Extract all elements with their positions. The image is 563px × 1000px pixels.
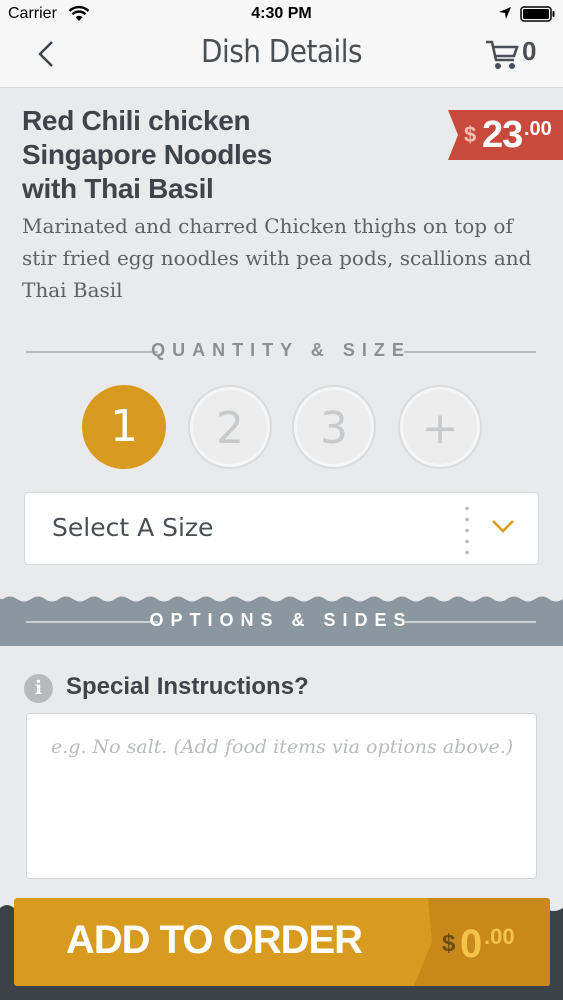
status-time: 4:30 PM	[251, 5, 312, 22]
dish-name: Red Chili chicken Singapore Noodles with…	[22, 104, 442, 206]
location-arrow-icon	[499, 7, 511, 19]
size-select[interactable]: Select A Size	[24, 492, 539, 565]
battery-icon	[520, 6, 555, 22]
divider-line	[404, 351, 536, 353]
dish-description: Marinated and charred Chicken thighs on …	[22, 214, 532, 302]
divider-line	[404, 621, 536, 623]
special-instructions-placeholder: e.g. No salt. (Add food items via option…	[51, 736, 514, 758]
page-title: Dish Details	[201, 34, 363, 70]
dish-name-line: Singapore Noodles	[22, 139, 273, 170]
add-to-order-label: ADD TO ORDER	[65, 918, 363, 962]
separator-dots	[465, 503, 469, 555]
price-cents: .00	[524, 118, 552, 140]
quantity-option-3[interactable]: 3	[292, 385, 376, 469]
dish-name-line: Red Chili chicken	[22, 105, 251, 136]
cart-count[interactable]: 0	[522, 36, 536, 67]
quantity-size-divider: QUANTITY & SIZE	[26, 340, 536, 364]
size-select-value: Select A Size	[52, 513, 214, 542]
total-currency: $	[442, 930, 456, 957]
quantity-option-1[interactable]: 1	[82, 385, 166, 469]
total-cents: .00	[484, 924, 515, 949]
price-currency: $	[464, 122, 477, 147]
chevron-down-icon[interactable]	[491, 518, 515, 534]
options-sides-divider[interactable]: OPTIONS & SIDES	[26, 610, 536, 634]
status-bar: Carrier 4:30 PM	[0, 0, 563, 30]
special-instructions-input[interactable]: e.g. No salt. (Add food items via option…	[26, 713, 537, 879]
dish-name-line: with Thai Basil	[22, 173, 214, 204]
special-instructions-title: Special Instructions?	[66, 673, 309, 700]
cart-icon[interactable]	[484, 38, 520, 72]
quantity-option-more[interactable]: +	[398, 385, 482, 469]
quantity-option-2[interactable]: 2	[188, 385, 272, 469]
price-dollars: 23	[482, 114, 523, 156]
wave-edge	[0, 593, 563, 602]
price-tag: $ 23 .00	[448, 110, 563, 160]
add-to-order-button[interactable]: ADD TO ORDER $ 0 .00	[14, 898, 550, 986]
order-total: $ 0 .00	[414, 898, 550, 986]
info-icon: i	[24, 674, 53, 703]
nav-bar: Dish Details 0	[0, 30, 563, 88]
total-dollars: 0	[460, 922, 483, 966]
